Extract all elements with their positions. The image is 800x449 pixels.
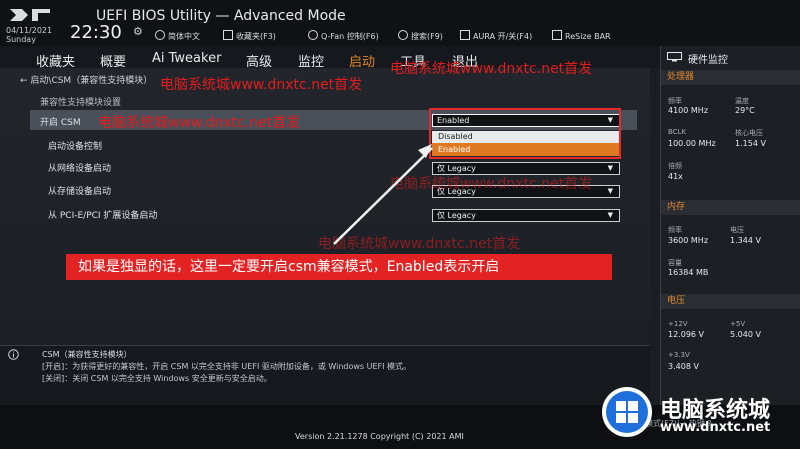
brand-url: www.dnxtc.net: [660, 420, 771, 435]
date-display: 04/11/2021 Sunday: [6, 26, 52, 44]
fan-icon: [308, 30, 318, 40]
mem-cap-label: 容量: [668, 259, 682, 267]
section-label: 兼容性支持模块设置: [40, 98, 122, 108]
rog-logo-icon: [10, 9, 50, 21]
setting-label-pcie-boot: 从 PCI-E/PCI 扩展设备启动: [48, 211, 158, 221]
setting-label-boot-device-control[interactable]: 启动设备控制: [48, 139, 102, 152]
tab-ai-tweaker[interactable]: Ai Tweaker: [152, 51, 221, 66]
back-arrow-icon[interactable]: ←: [20, 76, 30, 86]
tool-search[interactable]: 搜索(F9): [398, 30, 443, 42]
cpu-freq-label: 频率: [668, 97, 682, 105]
cpu-temp-label: 温度: [735, 97, 749, 105]
pcie-boot-select[interactable]: 仅 Legacy ▼: [432, 209, 620, 222]
cpu-freq-value: 4100 MHz: [668, 106, 709, 115]
hw-section-memory: 内存: [661, 200, 800, 215]
tool-qfan[interactable]: Q-Fan 控制(F6): [308, 30, 379, 42]
watermark-text: 电脑系统城www.dnxtc.net首发: [160, 77, 363, 93]
tool-aura[interactable]: AURA 开/关(F4): [460, 30, 532, 42]
v33-label: +3.3V: [668, 351, 690, 359]
mem-freq-value: 3600 MHz: [668, 236, 709, 245]
cpu-ratio-label: 倍频: [668, 162, 682, 170]
tool-resize-bar[interactable]: ReSize BAR: [552, 30, 611, 41]
tool-favorites[interactable]: 收藏夹(F3): [223, 30, 276, 42]
clock: 22:30: [70, 22, 122, 43]
help-title: CSM（兼容性支持模块）: [42, 350, 132, 359]
hw-section-voltage: 电压: [661, 294, 800, 309]
v5-value: 5.040 V: [730, 330, 761, 339]
mem-volt-value: 1.344 V: [730, 236, 761, 245]
globe-icon: [155, 30, 165, 40]
v5-label: +5V: [730, 320, 746, 328]
help-line-enabled: [开启]：为获得更好的兼容性，开启 CSM 以完全支持非 UEFI 驱动附加设备…: [42, 362, 412, 371]
setting-label-storage-boot: 从存储设备启动: [48, 187, 112, 197]
v12-label: +12V: [668, 320, 688, 328]
search-icon: [398, 30, 408, 40]
watermark-text: 电脑系统城www.dnxtc.net首发: [98, 115, 301, 131]
hw-section-cpu: 处理器: [661, 70, 800, 85]
hardware-monitor-title: 硬件监控: [688, 55, 728, 66]
watermark-text: 电脑系统城www.dnxtc.net首发: [390, 61, 593, 77]
mem-freq-label: 频率: [668, 226, 682, 234]
dropdown-arrow-icon: ▼: [607, 187, 613, 195]
clock-settings-icon[interactable]: ⚙: [133, 25, 143, 38]
star-icon: [223, 30, 233, 40]
setting-label-network-boot: 从网络设备启动: [48, 164, 112, 174]
cpu-ratio-value: 41x: [668, 172, 683, 181]
v12-value: 12.096 V: [668, 330, 705, 339]
annotation-banner: 如果是独显的话，这里一定要开启csm兼容模式，Enabled表示开启: [66, 254, 612, 280]
dropdown-arrow-icon: ▼: [607, 211, 613, 219]
aura-icon: [460, 30, 470, 40]
monitor-icon: [667, 52, 682, 62]
brand-logo-icon: [602, 387, 652, 437]
v33-value: 3.408 V: [668, 362, 699, 371]
help-line-disabled: [关闭]：关闭 CSM 以完全支持 Windows 安全更新与安全启动。: [42, 374, 272, 383]
resize-bar-icon: [552, 30, 562, 40]
pointer-arrow-icon: [333, 144, 433, 245]
mem-cap-value: 16384 MB: [668, 268, 709, 277]
cpu-temp-value: 29°C: [735, 106, 755, 115]
cpu-vcore-label: 核心电压: [735, 129, 763, 137]
version-text: Version 2.21.1278 Copyright (C) 2021 AMI: [295, 432, 464, 441]
info-icon: [8, 349, 19, 360]
cpu-vcore-value: 1.154 V: [735, 139, 766, 148]
dropdown-arrow-icon: ▼: [607, 164, 613, 172]
setting-label-csm: 开启 CSM: [40, 118, 81, 128]
tool-language[interactable]: 简体中文: [155, 30, 200, 42]
mem-volt-label: 电压: [730, 226, 744, 234]
highlight-box: [429, 108, 621, 159]
breadcrumb[interactable]: ← 启动\CSM（兼容性支持模块）: [20, 73, 152, 86]
date-text: 04/11/2021: [6, 26, 53, 35]
cpu-bclk-label: BCLK: [668, 128, 687, 136]
window-title: UEFI BIOS Utility — Advanced Mode: [96, 8, 346, 24]
day-text: Sunday: [6, 35, 36, 44]
cpu-bclk-value: 100.00 MHz: [668, 139, 716, 148]
